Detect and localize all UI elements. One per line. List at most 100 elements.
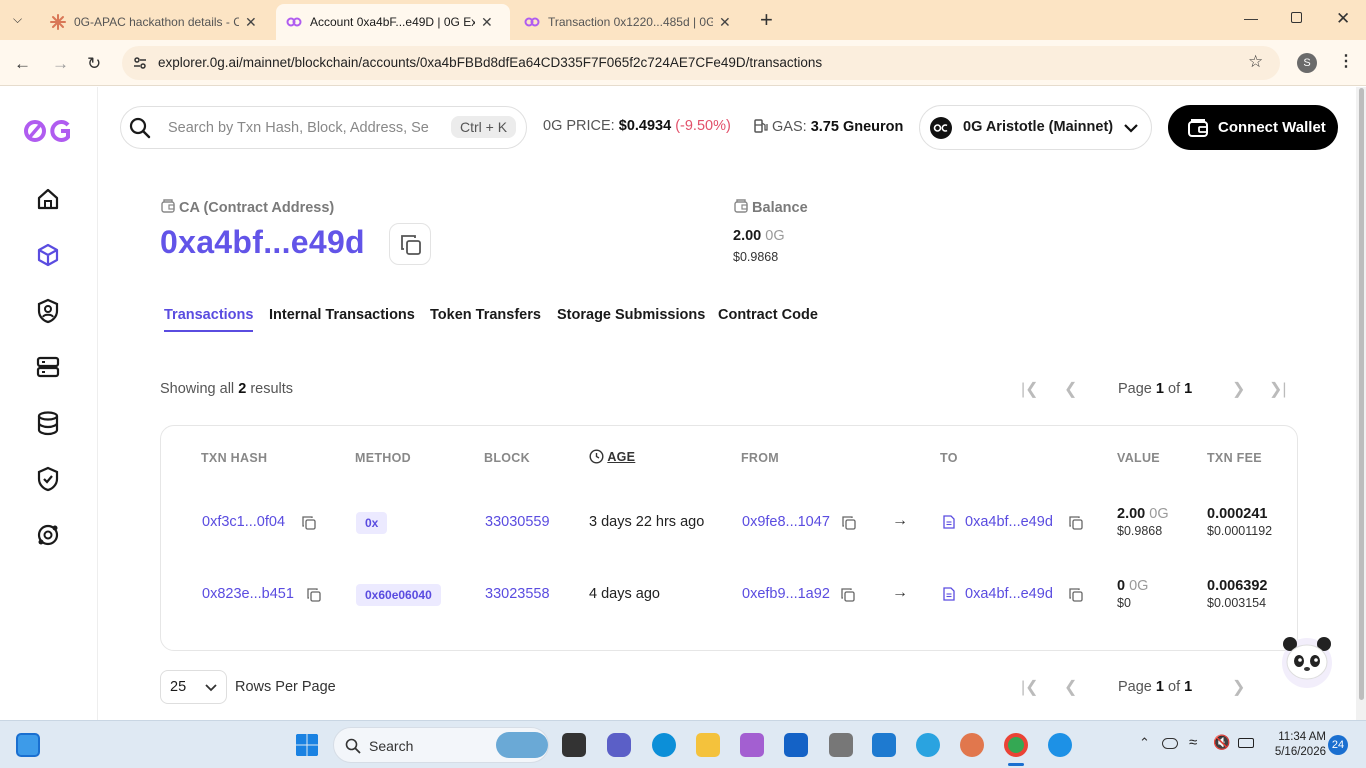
tab-transactions[interactable]: Transactions bbox=[164, 307, 253, 323]
close-tab-icon[interactable]: ✕ bbox=[481, 14, 493, 31]
forward-icon[interactable]: → bbox=[52, 54, 69, 74]
outlook-icon[interactable] bbox=[784, 733, 808, 757]
rows-per-page-select[interactable]: 25 bbox=[160, 670, 227, 704]
active-tab-underline bbox=[164, 330, 253, 332]
site-info-icon[interactable] bbox=[132, 55, 148, 71]
copy-icon[interactable] bbox=[1069, 588, 1083, 602]
copy-address-button[interactable] bbox=[389, 223, 431, 265]
teams-chat-icon[interactable] bbox=[607, 733, 631, 757]
docker-icon[interactable] bbox=[1048, 733, 1072, 757]
0g-logo-icon[interactable] bbox=[23, 118, 73, 144]
results-prefix: Showing all bbox=[160, 381, 235, 397]
tray-expand-icon[interactable]: ⌃ bbox=[1139, 735, 1150, 751]
url-field[interactable]: explorer.0g.ai/mainnet/blockchain/accoun… bbox=[122, 46, 1280, 80]
previous-page-icon[interactable]: ❮ bbox=[1064, 677, 1077, 697]
clock-time: 11:34 AM bbox=[1278, 731, 1326, 743]
back-icon[interactable]: ← bbox=[14, 54, 31, 74]
close-tab-icon[interactable]: ✕ bbox=[719, 14, 731, 31]
browser-tab-hackathon[interactable]: 0G-APAC hackathon details - Cl ✕ bbox=[40, 4, 276, 40]
previous-page-icon[interactable]: ❮ bbox=[1064, 379, 1077, 399]
security-check-icon[interactable] bbox=[34, 465, 62, 493]
bookmark-star-icon[interactable]: ☆ bbox=[1248, 52, 1263, 72]
chrome-icon[interactable] bbox=[1004, 733, 1028, 757]
widgets-icon[interactable] bbox=[16, 733, 40, 757]
taskbar-search[interactable]: Search bbox=[333, 727, 549, 763]
active-app-indicator bbox=[1008, 763, 1024, 766]
restore-icon[interactable] bbox=[1291, 12, 1302, 23]
block-link[interactable]: 33023558 bbox=[485, 586, 550, 602]
network-name: 0G Aristotle (Mainnet) bbox=[963, 119, 1114, 135]
telegram-icon[interactable] bbox=[916, 733, 940, 757]
database-icon[interactable] bbox=[34, 409, 62, 437]
first-page-icon[interactable]: |❮ bbox=[1021, 677, 1039, 697]
vscode-icon[interactable] bbox=[872, 733, 896, 757]
close-window-icon[interactable]: ✕ bbox=[1336, 9, 1350, 29]
close-tab-icon[interactable]: ✕ bbox=[245, 14, 257, 31]
network-selector[interactable]: 0G Aristotle (Mainnet) bbox=[919, 105, 1152, 150]
to-address-link[interactable]: 0xa4bf...e49d bbox=[965, 586, 1053, 602]
transactions-table: TXN HASH METHOD BLOCK AGE FROM TO VALUE … bbox=[160, 425, 1298, 651]
wifi-icon[interactable]: ≈ bbox=[1189, 734, 1197, 751]
page-word: Page bbox=[1118, 679, 1152, 695]
tab-list-chevron-icon[interactable]: ⌵ bbox=[13, 12, 22, 27]
to-address-link[interactable]: 0xa4bf...e49d bbox=[965, 514, 1053, 530]
minimize-icon[interactable]: — bbox=[1244, 10, 1258, 26]
claude-app-icon[interactable] bbox=[960, 733, 984, 757]
first-page-icon[interactable]: |❮ bbox=[1021, 379, 1039, 399]
search-input[interactable]: Search by Txn Hash, Block, Address, Se C… bbox=[120, 106, 527, 149]
copy-icon[interactable] bbox=[841, 588, 855, 602]
copy-icon[interactable] bbox=[302, 516, 316, 530]
task-view-icon[interactable] bbox=[562, 733, 586, 757]
tab-storage-submissions[interactable]: Storage Submissions bbox=[557, 307, 705, 323]
notification-badge[interactable]: 24 bbox=[1328, 735, 1348, 755]
file-explorer-icon[interactable] bbox=[696, 733, 720, 757]
blockchain-cube-icon[interactable] bbox=[34, 241, 62, 269]
panda-mascot-icon[interactable] bbox=[1278, 632, 1336, 690]
0g-favicon-icon bbox=[524, 17, 540, 27]
next-page-icon[interactable]: ❯ bbox=[1232, 677, 1245, 697]
tab-token-transfers[interactable]: Token Transfers bbox=[430, 307, 541, 323]
gas-price: GAS: 3.75 Gneuron bbox=[754, 118, 903, 135]
app-icon[interactable] bbox=[829, 733, 853, 757]
balance-unit: 0G bbox=[765, 228, 785, 244]
last-page-icon[interactable]: ❯| bbox=[1269, 379, 1287, 399]
block-link[interactable]: 33030559 bbox=[485, 514, 550, 530]
system-clock[interactable]: 11:34 AM 5/16/2026 bbox=[1266, 730, 1326, 760]
txn-hash-link[interactable]: 0xf3c1...0f04 bbox=[202, 514, 285, 530]
from-address-link[interactable]: 0x9fe8...1047 bbox=[742, 514, 830, 530]
browser-menu-icon[interactable]: ⋮ bbox=[1338, 51, 1354, 71]
connect-wallet-button[interactable]: Connect Wallet bbox=[1168, 105, 1338, 150]
edge-browser-icon[interactable] bbox=[652, 733, 676, 757]
tab-internal-transactions[interactable]: Internal Transactions bbox=[269, 307, 415, 323]
validator-shield-icon[interactable] bbox=[34, 297, 62, 325]
volume-mute-icon[interactable]: 🔇 bbox=[1213, 734, 1230, 751]
from-address-link[interactable]: 0xefb9...1a92 bbox=[742, 586, 830, 602]
ecosystem-icon[interactable] bbox=[34, 521, 62, 549]
new-tab-button[interactable]: + bbox=[760, 7, 773, 33]
txn-hash-link[interactable]: 0x823e...b451 bbox=[202, 586, 294, 602]
onedrive-icon[interactable] bbox=[1162, 738, 1178, 749]
value-unit: 0G bbox=[1149, 506, 1169, 522]
copy-icon[interactable] bbox=[1069, 516, 1083, 530]
battery-icon[interactable] bbox=[1238, 738, 1254, 748]
column-header-age[interactable]: AGE bbox=[589, 449, 635, 464]
storage-server-icon[interactable] bbox=[34, 353, 62, 381]
gas-pump-icon bbox=[754, 119, 768, 133]
tab-contract-code[interactable]: Contract Code bbox=[718, 307, 818, 323]
search-placeholder: Search by Txn Hash, Block, Address, Se bbox=[168, 120, 429, 136]
windows-start-icon[interactable] bbox=[295, 733, 319, 757]
chevron-down-icon bbox=[1124, 124, 1138, 133]
copy-icon[interactable] bbox=[307, 588, 321, 602]
home-icon[interactable] bbox=[34, 185, 62, 213]
browser-tab-transaction[interactable]: Transaction 0x1220...485d | 0G E ✕ bbox=[514, 4, 750, 40]
contract-file-icon bbox=[943, 587, 955, 601]
chevron-down-icon bbox=[205, 684, 217, 692]
browser-tab-account[interactable]: Account 0xa4bF...e49D | 0G Exp ✕ bbox=[276, 4, 510, 40]
reload-icon[interactable]: ↻ bbox=[87, 54, 101, 74]
next-page-icon[interactable]: ❯ bbox=[1232, 379, 1245, 399]
column-header-value: VALUE bbox=[1117, 451, 1160, 465]
microsoft365-icon[interactable] bbox=[740, 733, 764, 757]
copy-icon[interactable] bbox=[842, 516, 856, 530]
scrollbar-thumb[interactable] bbox=[1359, 88, 1364, 700]
profile-avatar[interactable]: S bbox=[1297, 53, 1317, 73]
